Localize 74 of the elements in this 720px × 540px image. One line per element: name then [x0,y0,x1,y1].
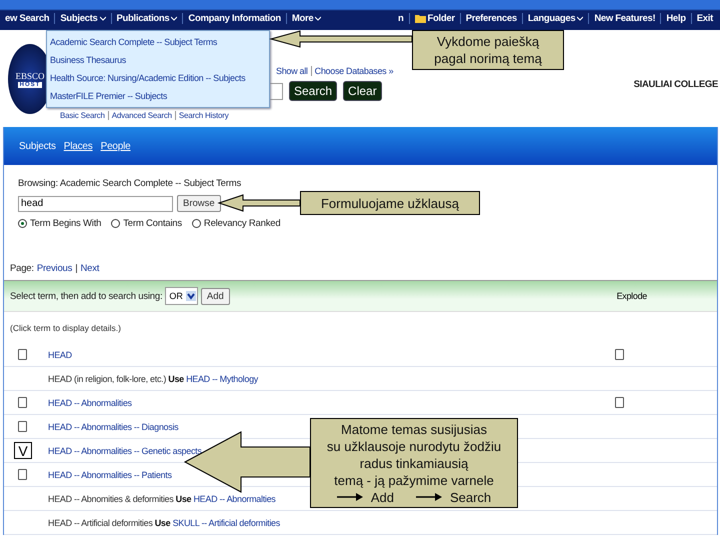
callout-text: radus tinkamiausią [360,454,468,472]
explode-checkbox[interactable] [615,397,624,408]
browsing-heading: Browsing: Academic Search Complete -- Subject Terms [18,178,242,189]
instruction-text: Select term, then add to search using: [10,290,162,302]
institution-name: SIAULIAI COLLEGE [634,79,718,90]
search-mode-link[interactable]: Basic Search [57,111,108,120]
next-link[interactable]: Next [80,263,100,274]
nav-link[interactable]: Preferences [460,13,522,24]
clear-button[interactable]: Clear [343,81,382,101]
nav-link[interactable]: New Features! [588,13,660,24]
checkbox[interactable] [18,397,27,408]
hint-text: (Click term to display details.) [9,322,122,335]
folder-icon [414,14,426,23]
browse-button[interactable]: Browse [177,195,221,212]
menu-item[interactable]: MasterFILE Premier -- Subjects [47,87,269,105]
nav-link[interactable]: Languages [522,13,588,24]
browse-tab[interactable]: Places [64,140,93,152]
nav-link[interactable]: ew Search [0,13,54,24]
callout-text: temą - ją pažymime varnele [334,472,494,488]
nav-link[interactable]: Folder [408,13,460,24]
step-arrow-icon [416,493,442,501]
radio-label: Term Contains [123,218,182,229]
dropdown-arrow-icon [186,291,196,301]
explode-checkbox[interactable] [615,349,624,360]
nav-link[interactable]: More [286,13,326,24]
checkbox[interactable]: V [14,442,32,459]
database-link[interactable]: Show all [273,66,311,76]
browse-field[interactable]: head [18,196,173,212]
pager-separator: | [75,263,78,274]
nav-link[interactable]: Exit [690,13,718,24]
term-link[interactable]: HEAD -- Abnormalities -- Diagnosis [48,422,178,432]
radio-label: Term Begins With [30,218,102,229]
step-arrow-icon [336,493,363,501]
nav-link[interactable]: Publications [110,13,182,24]
term-reference: HEAD (in religion, folk-lore, etc.) Use HEAD -- Mythology [48,374,258,384]
logo-text: EBSCO [15,70,44,80]
previous-link[interactable]: Previous [36,263,72,274]
nav-link[interactable]: Help [660,13,691,24]
callout-text: Add [370,488,394,506]
term-reference: HEAD -- Artificial deformities Use SKULL -- Artificial deformities [48,518,280,528]
term-link[interactable]: HEAD -- Abnormalities -- Genetic aspects [48,446,202,456]
checkbox[interactable] [18,421,27,432]
menu-item[interactable]: Business Thesaurus [47,51,269,69]
browse-tab[interactable]: Subjects [19,140,56,152]
callout-text: Vykdome paiešką [436,33,540,50]
operator-select[interactable]: OR [165,287,198,305]
search-button[interactable]: Search [289,81,338,101]
callout-text: pagal norimą temą [434,50,542,67]
page-label: Page: [10,263,34,274]
radio-label: Relevancy Ranked [204,218,280,229]
callout-text: su užklausoje nurodytu žodžiu [326,438,502,454]
menu-item[interactable]: Health Source: Nursing/Academic Edition -- Subjects [47,69,269,87]
radio-button[interactable] [192,219,201,228]
nav-link[interactable]: Subjects [54,13,111,24]
explode-header: Explode [616,291,647,301]
checkbox[interactable] [18,469,27,480]
term-reference: HEAD -- Abnomities & deformities Use HEAD -- Abnormalties [48,494,276,504]
search-mode-link[interactable]: Search History [174,111,232,120]
term-link[interactable]: HEAD -- Abnormalities [48,398,132,408]
term-link[interactable]: HEAD -- Abnormalities -- Patients [48,470,172,480]
nav-link[interactable]: n [393,13,409,24]
checkbox[interactable] [18,349,27,360]
menu-item[interactable]: Academic Search Complete -- Subject Terms [47,33,269,51]
callout-text: Search [450,488,492,506]
term-link[interactable]: HEAD [48,350,72,360]
callout-text: Matome temas susijusias [341,420,487,438]
radio-button[interactable] [111,219,120,228]
search-mode-link[interactable]: Advanced Search [108,111,175,120]
nav-link[interactable]: Company Information [182,13,286,24]
callout-text: Formuluojame užklausą [320,194,459,212]
database-link[interactable]: Choose Databases » [310,66,396,76]
browse-tab[interactable]: People [100,140,131,152]
radio-button[interactable] [18,219,27,228]
add-button[interactable]: Add [200,288,230,304]
